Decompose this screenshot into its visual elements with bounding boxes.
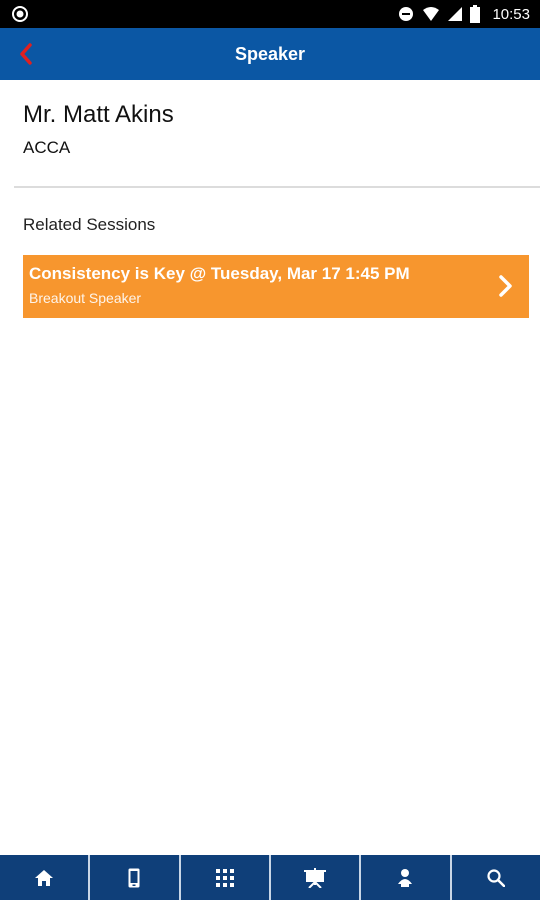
- nav-search[interactable]: [452, 855, 540, 900]
- nav-home[interactable]: [0, 855, 91, 900]
- presentation-icon: [304, 867, 327, 888]
- page-title: Speaker: [234, 44, 306, 64]
- mobile-icon: [128, 868, 140, 887]
- related-sessions-heading: Related Sessions: [23, 215, 156, 234]
- app-bar: Speaker: [0, 28, 540, 80]
- status-time: 10:53: [492, 5, 530, 23]
- bottom-nav: [0, 855, 540, 900]
- speaker-organization: ACCA: [23, 138, 71, 157]
- back-button[interactable]: [10, 38, 42, 70]
- session-title: Consistency is Key @ Tuesday, Mar 17 1:4…: [29, 264, 410, 283]
- search-icon: [487, 868, 505, 887]
- session-subtitle: Breakout Speaker: [29, 290, 142, 306]
- status-icons: 10:53: [398, 0, 530, 28]
- nav-presentation[interactable]: [271, 855, 362, 900]
- nav-speakers[interactable]: [361, 855, 452, 900]
- home-icon: [35, 869, 54, 886]
- signal-icon: [448, 7, 463, 21]
- speaker-name: Mr. Matt Akins: [23, 101, 174, 128]
- do-not-disturb-icon: [399, 7, 414, 21]
- status-bar: 10:53: [0, 0, 540, 28]
- nav-mobile[interactable]: [90, 855, 181, 900]
- chevron-left-icon: [20, 43, 32, 65]
- session-item[interactable]: Consistency is Key @ Tuesday, Mar 17 1:4…: [23, 255, 529, 318]
- nav-grid[interactable]: [181, 855, 271, 900]
- record-icon: [12, 6, 28, 22]
- grid-icon: [215, 868, 234, 887]
- chevron-right-icon: [499, 275, 512, 297]
- divider: [14, 186, 540, 188]
- wifi-icon: [423, 7, 440, 21]
- speaker-icon: [398, 868, 413, 887]
- battery-icon: [470, 5, 481, 23]
